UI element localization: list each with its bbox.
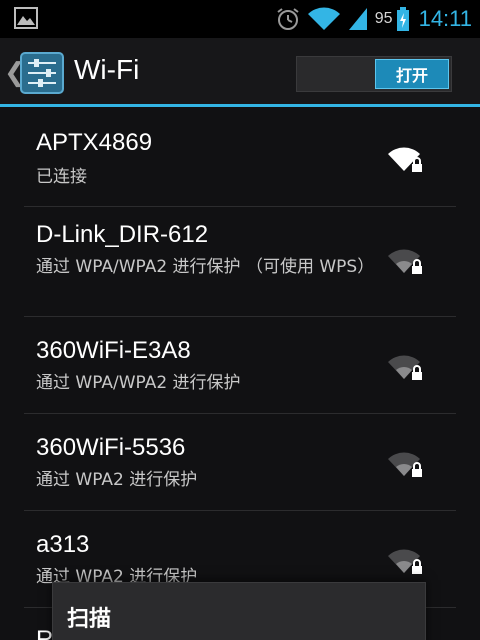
page-title: Wi-Fi <box>74 54 140 85</box>
network-ssid: 360WiFi-E3A8 <box>36 337 191 364</box>
wifi-weak-locked-icon <box>388 452 422 477</box>
network-item[interactable]: 360WiFi-5536 通过 WPA2 进行保护 <box>0 414 480 511</box>
network-ssid: a313 <box>36 531 90 558</box>
wifi-weak-locked-icon <box>388 355 422 380</box>
network-status: 通过 WPA2 进行保护 <box>36 470 198 490</box>
wifi-toggle-label: 打开 <box>395 66 428 85</box>
network-ssid: D-Link_DIR-612 <box>36 221 209 248</box>
image-icon <box>14 7 38 29</box>
network-list: APTX4869 已连接 D-Link_DIR-612 通过 WPA/WPA2 … <box>0 107 480 608</box>
network-ssid: APTX4869 <box>36 129 153 156</box>
network-item[interactable]: D-Link_DIR-612 通过 WPA/WPA2 进行保护 （可使用 WPS… <box>0 207 480 317</box>
battery-level-text: 95 <box>374 10 393 27</box>
settings-sliders-icon[interactable] <box>20 52 64 94</box>
wifi-weak-locked-icon <box>388 549 422 574</box>
network-status: 已连接 <box>36 167 87 187</box>
clock-time: 14:11 <box>418 6 472 31</box>
battery-charging-icon <box>396 7 409 31</box>
network-ssid: 360WiFi-5536 <box>36 434 186 461</box>
status-bar: 95 14:11 <box>0 0 480 38</box>
wifi-settings-screen: 95 14:11 ❮ Wi-Fi 打开 APTX4869 已连接 D-Link_… <box>0 0 480 640</box>
network-status: 通过 WPA/WPA2 进行保护 （可使用 WPS） <box>36 257 375 277</box>
wifi-toggle-on-thumb[interactable]: 打开 <box>375 59 449 89</box>
alarm-icon <box>277 8 299 30</box>
wifi-toggle-switch[interactable]: 打开 <box>296 56 452 92</box>
network-status: 通过 WPA/WPA2 进行保护 <box>36 373 241 393</box>
network-item[interactable]: 360WiFi-E3A8 通过 WPA/WPA2 进行保护 <box>0 317 480 414</box>
network-ssid-partial[interactable]: R <box>36 626 53 640</box>
scan-menu-popup: 扫描 <box>52 582 426 640</box>
cell-signal-icon <box>348 8 367 30</box>
wifi-strong-locked-icon <box>388 147 422 172</box>
action-bar: ❮ Wi-Fi 打开 <box>0 38 480 106</box>
scan-menu-item[interactable]: 扫描 <box>67 601 111 633</box>
status-icons: 95 14:11 <box>275 2 472 36</box>
wifi-signal-icon <box>307 7 340 30</box>
wifi-weak-locked-icon <box>388 249 422 274</box>
network-item[interactable]: APTX4869 已连接 <box>0 107 480 207</box>
